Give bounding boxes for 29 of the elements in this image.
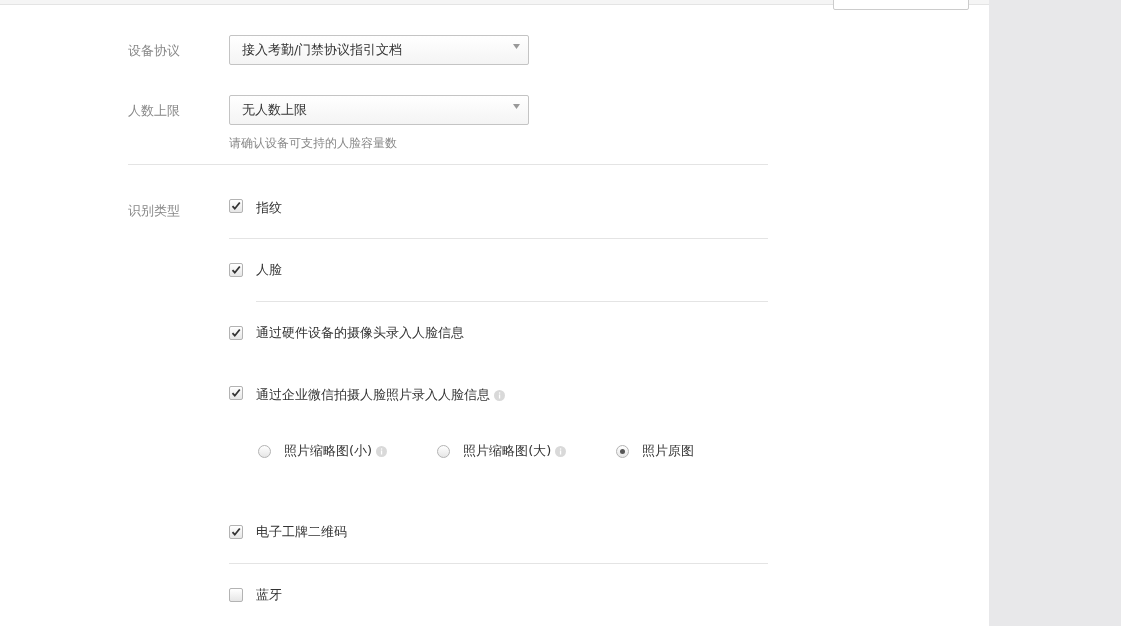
info-icon — [555, 445, 567, 457]
select-field[interactable]: 无人数上限 — [229, 95, 529, 125]
select-field[interactable]: 接入考勤/门禁协议指引文档 — [229, 35, 529, 65]
checkbox[interactable] — [229, 263, 243, 277]
hint-text: 请确认设备可支持的人脸容量数 — [229, 135, 398, 152]
checkbox[interactable] — [229, 386, 243, 400]
radio-label: 照片缩略图(大) — [463, 442, 552, 460]
checkbox[interactable] — [229, 588, 243, 602]
checkbox[interactable] — [229, 525, 243, 539]
info-icon — [494, 389, 505, 401]
radio-button[interactable] — [616, 444, 630, 458]
checkbox[interactable] — [229, 326, 243, 340]
field-label: 设备协议 — [128, 42, 181, 60]
radio-label: 照片原图 — [642, 442, 695, 460]
radio-label: 照片缩略图(小) — [284, 442, 373, 460]
field-label: 人数上限 — [128, 102, 181, 120]
checkbox-label: 指纹 — [256, 199, 282, 217]
checkbox-label: 人脸 — [256, 261, 282, 279]
info-icon — [376, 445, 388, 457]
radio-button[interactable] — [258, 444, 271, 458]
checkbox-label: 蓝牙 — [256, 586, 282, 604]
checkbox-label: 通过企业微信拍摄人脸照片录入人脸信息 — [256, 386, 490, 404]
checkbox-label: 电子工牌二维码 — [256, 523, 347, 541]
checkbox-label: 通过硬件设备的摄像头录入人脸信息 — [256, 324, 464, 342]
caret-icon — [513, 104, 520, 109]
radio-button[interactable] — [437, 444, 451, 458]
checkbox[interactable] — [229, 199, 243, 213]
field-label: 识别类型 — [128, 202, 181, 220]
caret-icon — [513, 44, 520, 49]
